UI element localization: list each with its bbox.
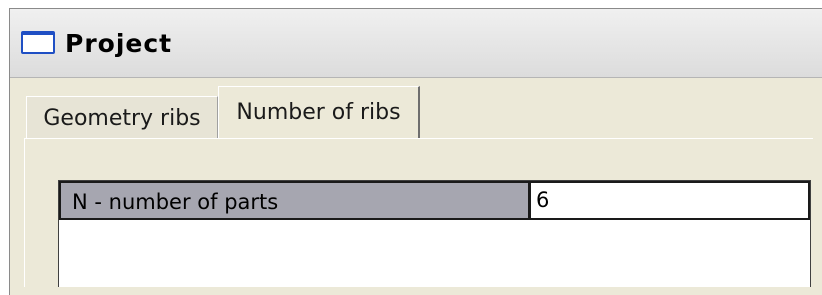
tab-label: Geometry ribs bbox=[43, 105, 201, 131]
tab-label: Number of ribs bbox=[236, 100, 401, 125]
title-bar[interactable]: Project bbox=[10, 9, 822, 78]
window-title: Project bbox=[65, 29, 173, 58]
tab-number-of-ribs[interactable]: Number of ribs bbox=[218, 86, 420, 138]
number-of-parts-input[interactable]: 6 bbox=[529, 181, 810, 220]
row-label-number-of-parts: N - number of parts bbox=[59, 181, 529, 220]
window-icon bbox=[21, 31, 55, 54]
property-grid: N - number of parts 6 bbox=[58, 180, 811, 287]
tab-geometry-ribs[interactable]: Geometry ribs bbox=[26, 96, 218, 139]
